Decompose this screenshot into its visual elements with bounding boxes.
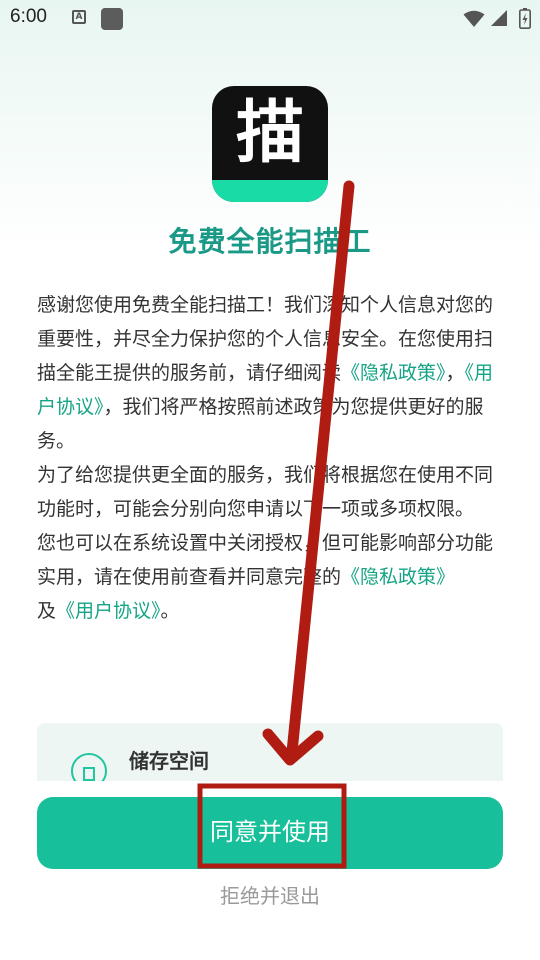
status-time: 6:00	[10, 6, 47, 27]
storage-icon	[71, 753, 107, 781]
battery-icon	[519, 8, 531, 29]
permission-card: 储存空间	[37, 723, 503, 781]
privacy-policy-link[interactable]: 《隐私政策》	[341, 566, 455, 588]
decline-button[interactable]: 拒绝并退出	[0, 880, 540, 909]
intro-text: ，我们将严格按照前述政策为您提供更好的服务。	[37, 396, 484, 452]
user-agreement-link[interactable]: 《用户协议》	[56, 600, 161, 622]
privacy-intro: 感谢您使用免费全能扫描工！我们深知个人信息对您的重要性，并尽全力保护您的个人信息…	[37, 288, 505, 628]
intro-paragraph-1: 感谢您使用免费全能扫描工！我们深知个人信息对您的重要性，并尽全力保护您的个人信息…	[37, 288, 505, 458]
wifi-icon	[463, 10, 485, 27]
a-notification-icon: A	[72, 10, 86, 24]
agree-button[interactable]: 同意并使用	[37, 797, 503, 869]
signal-icon	[491, 10, 507, 26]
privacy-policy-link[interactable]: 《隐私政策》	[341, 362, 446, 384]
status-bar: 6:00 A	[0, 0, 540, 38]
app-logo: 描	[212, 86, 328, 202]
permission-title: 储存空间	[129, 749, 209, 773]
app-logo-glyph: 描	[235, 94, 304, 173]
intro-paragraph-2: 为了给您提供更全面的服务，我们将根据您在使用不同功能时，可能会分别向您申请以下一…	[37, 464, 494, 520]
app-name: 免费全能扫描工	[168, 225, 372, 258]
intro-paragraph-3: 您也可以在系统设置中关闭授权，但可能影响部分功能实用，请在使用前查看并同意完整的…	[37, 526, 505, 628]
intro-text: 及	[37, 600, 57, 622]
storage-icon-inner	[83, 767, 95, 781]
intro-separator: ，	[445, 362, 465, 384]
app-logo-band	[212, 180, 328, 202]
app-notification-icon	[101, 8, 123, 30]
agree-button-label: 同意并使用	[210, 819, 330, 846]
intro-text: 。	[160, 600, 180, 622]
